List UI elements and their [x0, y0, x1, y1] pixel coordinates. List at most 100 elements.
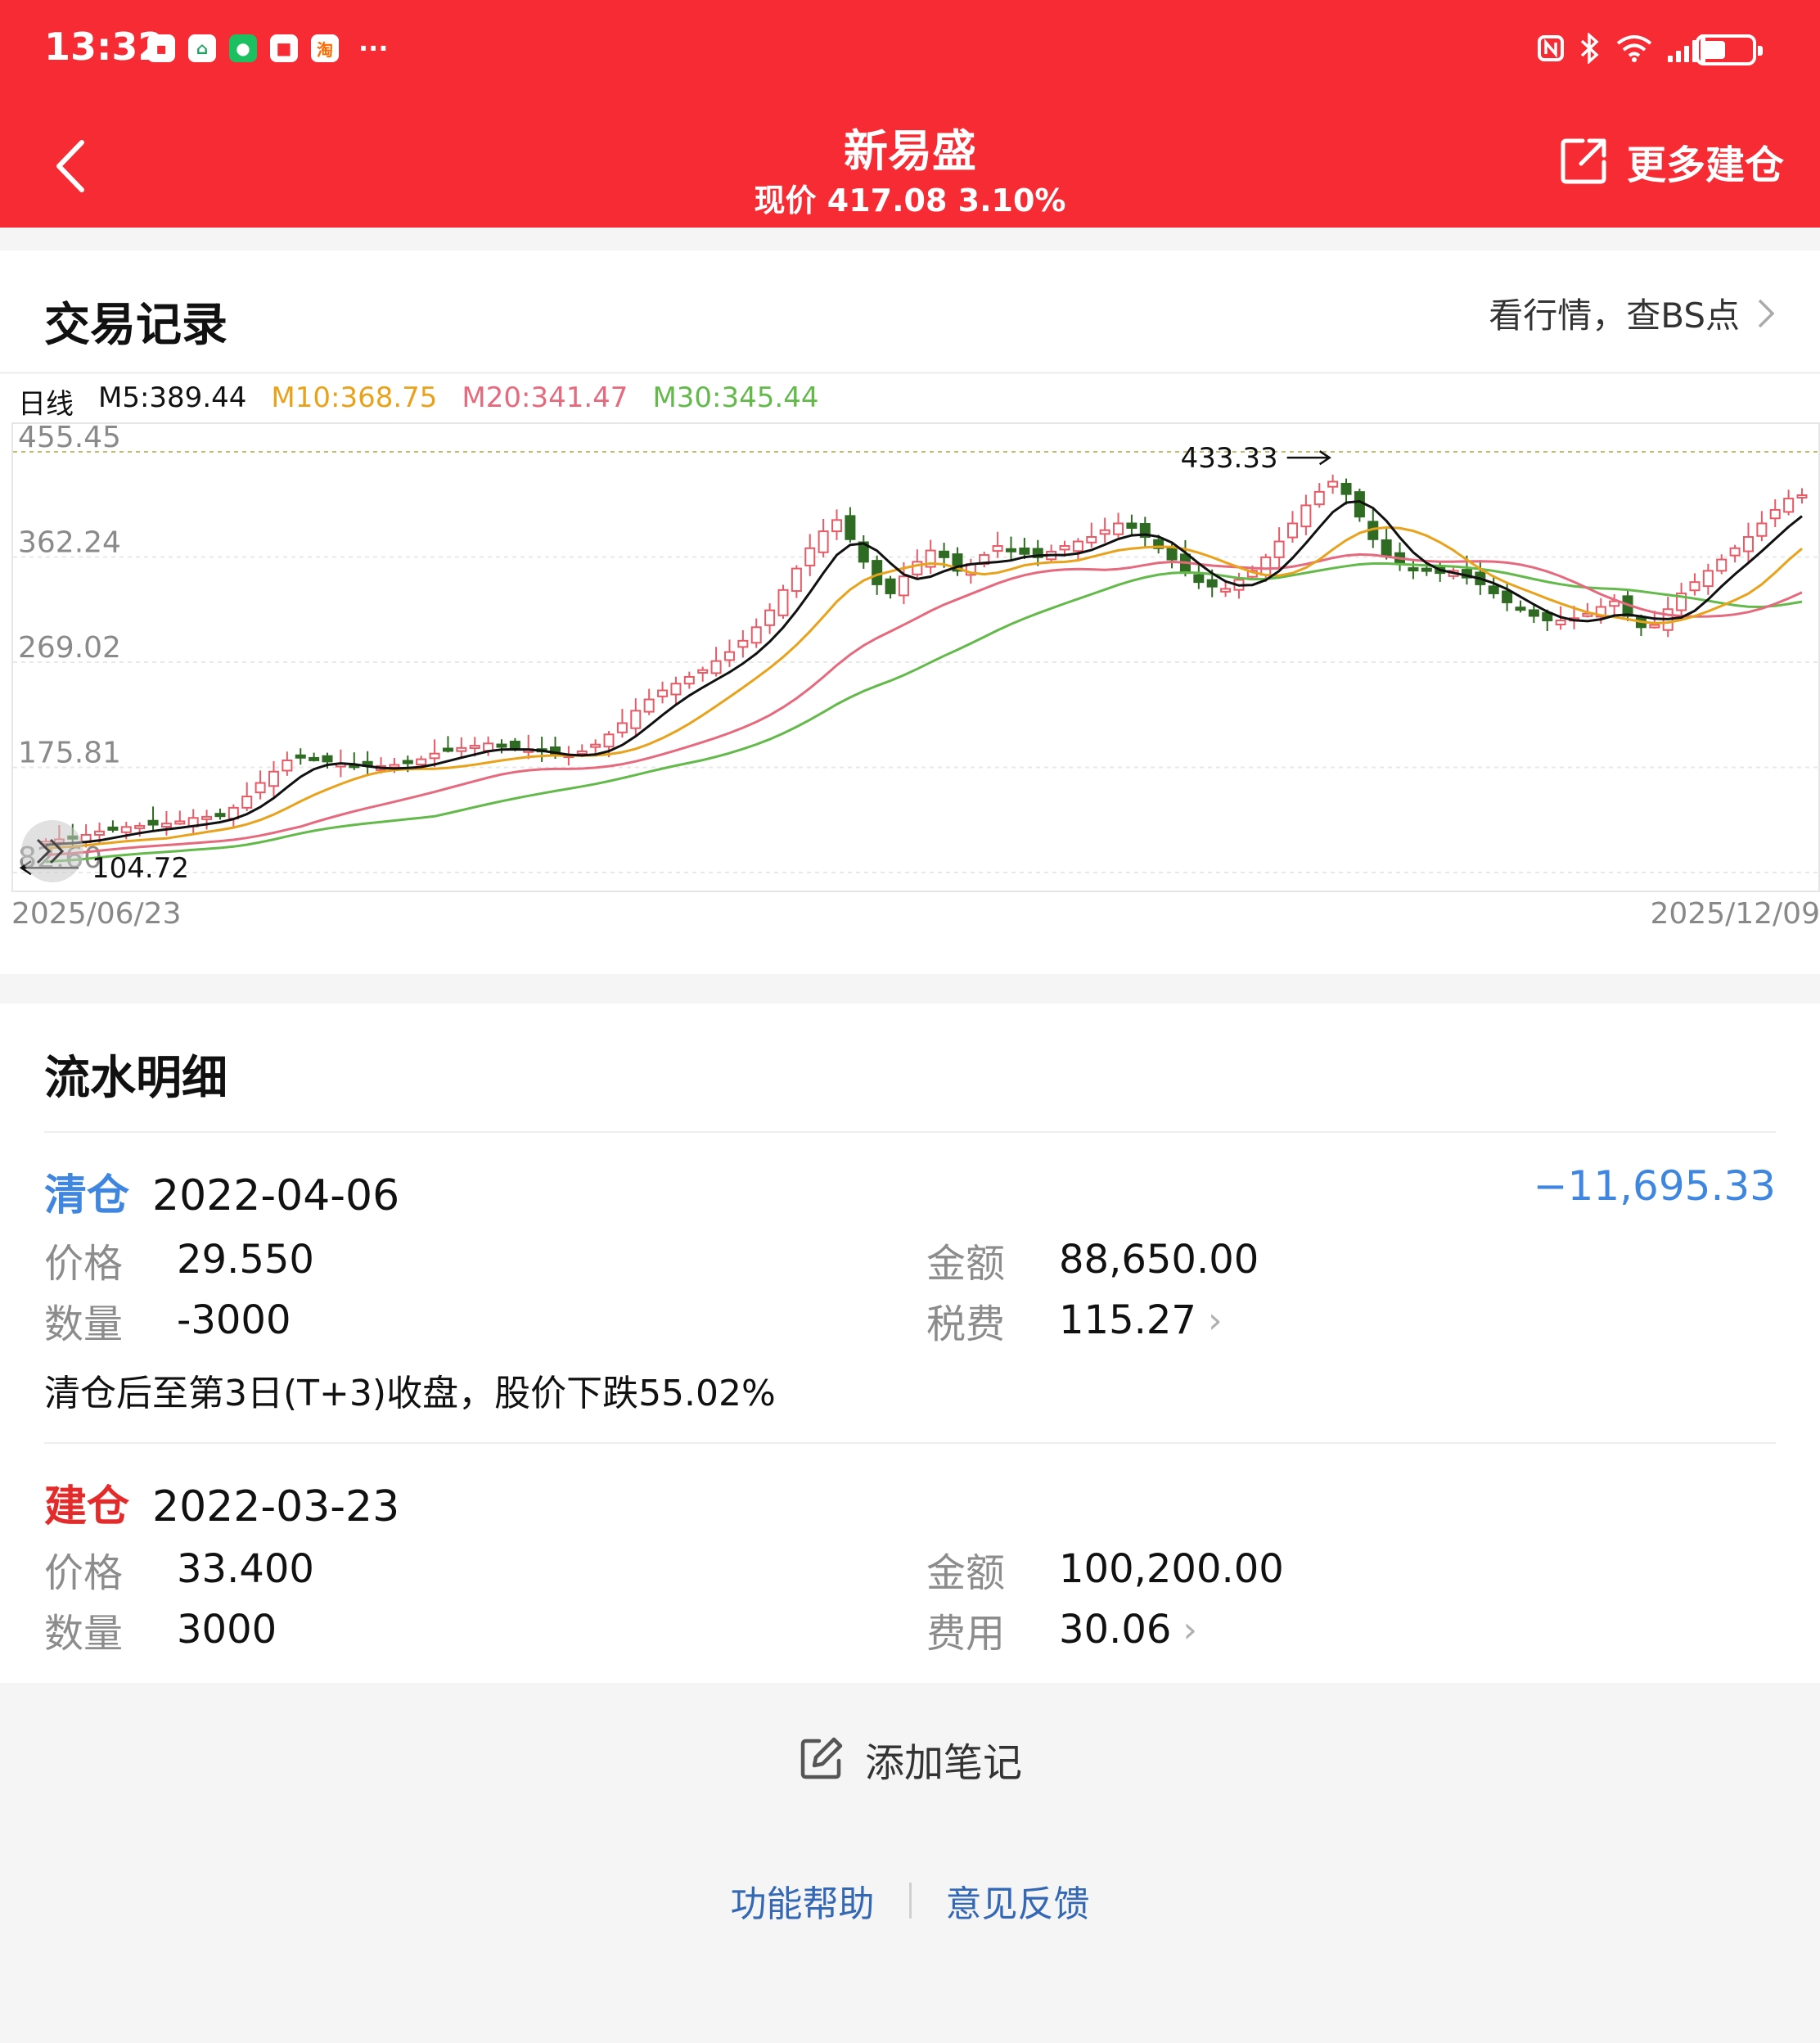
add-note-label: 添加笔记 — [864, 1740, 1022, 1786]
high-label: 433.33 — [1181, 442, 1278, 475]
high-arrow — [1286, 450, 1331, 466]
chart-start-date: 2025/06/23 — [11, 897, 182, 931]
more-positions-label: 更多建仓 — [1626, 142, 1784, 188]
amount-label: 金额 — [926, 1550, 1006, 1596]
divider — [0, 372, 1820, 374]
chevron-right-icon: › — [1207, 1299, 1223, 1342]
ma5-value: M5:389.44 — [98, 381, 247, 414]
candle-body — [1220, 588, 1232, 593]
candle-body — [1756, 522, 1768, 537]
footer-links: 功能帮助 意见反馈 — [0, 1874, 1820, 1927]
fee-value: 30.06 — [1059, 1607, 1172, 1653]
candle-body — [1783, 498, 1795, 513]
candle-body — [1742, 536, 1754, 552]
candle-body — [94, 830, 106, 836]
period-label: 日线 — [18, 388, 74, 421]
taobao-icon: 淘 — [311, 34, 339, 62]
candle-body — [469, 745, 480, 750]
candle-body — [1086, 536, 1097, 543]
home-app-icon: ⌂ — [188, 34, 216, 62]
candle-body — [322, 755, 333, 763]
help-link[interactable]: 功能帮助 — [731, 1874, 875, 1927]
candle-body — [1300, 504, 1312, 528]
add-note-button[interactable]: 添加笔记 — [0, 1730, 1820, 1788]
trade-type: 清仓 — [44, 1171, 130, 1220]
trade-pnl: −11,695.33 — [1533, 1162, 1776, 1210]
divider — [908, 1883, 912, 1919]
candle-body — [429, 752, 440, 760]
ma30-value: M30:345.44 — [652, 381, 819, 414]
qty-label: 数量 — [44, 1611, 124, 1657]
candle-body — [818, 530, 829, 553]
qty-label: 数量 — [44, 1301, 124, 1347]
y-tick-label: 362.24 — [18, 525, 121, 559]
view-market-link[interactable]: 看行情，查BS点 — [1489, 288, 1776, 338]
candle-body — [939, 550, 950, 558]
expand-button — [21, 820, 83, 882]
fee-row[interactable]: 税费 115.27 › — [926, 1292, 1223, 1349]
y-tick-label: 175.81 — [18, 737, 121, 770]
y-tick-label: 455.45 — [18, 424, 121, 454]
candle-body — [630, 710, 642, 729]
candle-body — [120, 826, 132, 833]
candle-body — [643, 698, 655, 713]
candle-body — [603, 733, 615, 748]
candle-body — [1327, 480, 1339, 488]
candle-body — [1273, 540, 1285, 558]
candle-body — [723, 651, 735, 661]
candle-body — [442, 747, 453, 752]
wechat-icon: ● — [229, 34, 257, 62]
candle-body — [804, 547, 816, 566]
candle-body — [1515, 607, 1526, 611]
candle-body — [201, 815, 213, 820]
candle-body — [1019, 547, 1030, 555]
candle-body — [282, 759, 293, 772]
candle-body — [1340, 482, 1352, 495]
kline-chart[interactable]: 455.45362.24269.02175.8182.60433.33104.7… — [11, 421, 1820, 892]
kline-svg: 455.45362.24269.02175.8182.60433.33104.7… — [13, 421, 1818, 885]
trade-header: 建仓 2022-03-23 — [44, 1472, 399, 1533]
candle-body — [1555, 620, 1566, 625]
header-bar: 13:32 ▪ ⌂ ● ■ 淘 ··· 新易盛 现价 417.08 3.10% … — [0, 0, 1820, 228]
ma20-line — [45, 552, 1803, 857]
trade-note: 清仓后至第3日(T+3)收盘，股价下跌55.02% — [44, 1373, 776, 1414]
fee-row[interactable]: 费用 30.06 › — [926, 1601, 1197, 1658]
amount-row: 金额 88,650.00 — [926, 1231, 1259, 1288]
notification-icons: ▪ ⌂ ● ■ 淘 ··· — [147, 33, 388, 64]
candle-body — [683, 675, 695, 685]
price-label: 价格 — [44, 1550, 124, 1596]
candle-body — [1354, 491, 1365, 518]
fee-label: 费用 — [926, 1611, 1006, 1657]
candle-body — [750, 626, 762, 644]
candle-body — [670, 683, 682, 696]
candle-body — [1059, 545, 1070, 551]
chevron-right-icon: › — [1183, 1608, 1198, 1651]
candle-body — [1716, 558, 1728, 572]
wifi-icon — [1616, 35, 1652, 62]
candle-body — [737, 639, 749, 648]
candle-body — [1005, 548, 1016, 552]
ma5-line — [45, 499, 1803, 846]
amount-row: 金额 100,200.00 — [926, 1540, 1284, 1598]
candle-body — [268, 770, 279, 787]
mail-app-icon: ■ — [270, 34, 298, 62]
candle-body — [1649, 624, 1660, 629]
chart-end-date: 2025/12/09 — [1650, 897, 1820, 931]
candle-body — [1313, 490, 1325, 506]
candle-body — [1528, 609, 1539, 617]
feedback-link[interactable]: 意见反馈 — [946, 1874, 1090, 1927]
price-label: 价格 — [44, 1241, 124, 1287]
candle-body — [710, 660, 722, 674]
more-notifications-icon: ··· — [358, 33, 389, 64]
candle-body — [1286, 522, 1298, 539]
candle-body — [764, 609, 776, 626]
candle-body — [160, 823, 172, 828]
qty-value: -3000 — [177, 1297, 291, 1343]
trade-date: 2022-03-23 — [152, 1482, 400, 1531]
more-positions-button[interactable]: 更多建仓 — [1558, 133, 1784, 190]
candle-body — [241, 796, 253, 809]
candle-body — [1502, 590, 1513, 603]
candle-body — [791, 567, 802, 593]
fee-value: 115.27 — [1059, 1297, 1196, 1343]
candle-body — [107, 826, 119, 831]
